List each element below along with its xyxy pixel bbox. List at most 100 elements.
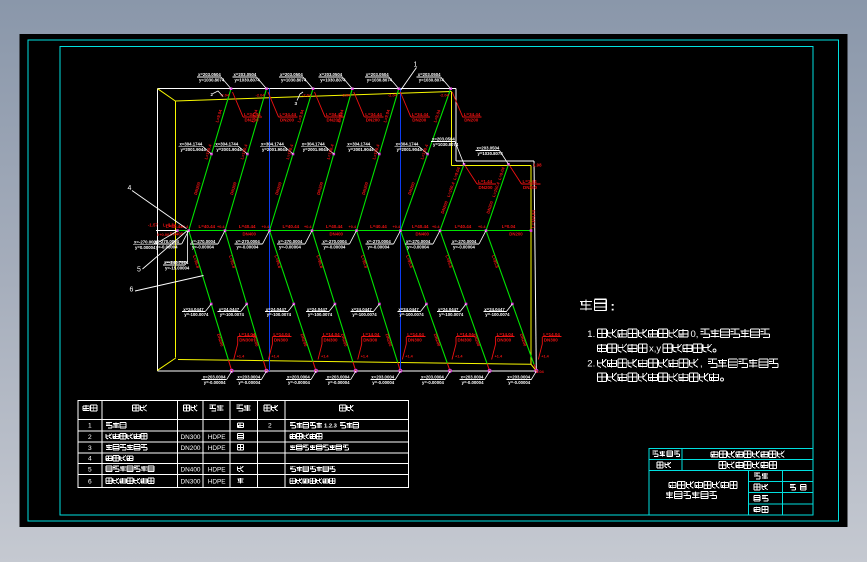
svg-text:x=203.0504: x=203.0504 xyxy=(477,146,500,151)
svg-text:DN400: DN400 xyxy=(181,466,201,473)
svg-text:+0.4: +0.4 xyxy=(393,225,401,229)
svg-text:L=40.44: L=40.44 xyxy=(282,224,299,229)
svg-text:x=24.0447: x=24.0447 xyxy=(484,307,505,312)
svg-text:x=-270.0004: x=-270.0004 xyxy=(452,239,477,244)
svg-text:y=-0.00004: y=-0.00004 xyxy=(156,245,178,250)
svg-text::: : xyxy=(611,299,615,314)
svg-text:y=-100.0074: y=-100.0074 xyxy=(439,312,464,317)
svg-text:DN200: DN200 xyxy=(412,118,427,123)
svg-text:x=203.0504: x=203.0504 xyxy=(418,72,441,77)
svg-text:x=24.0447: x=24.0447 xyxy=(266,307,287,312)
svg-text:y=1030.8074: y=1030.8074 xyxy=(367,78,393,83)
svg-text:+1.4: +1.4 xyxy=(405,355,413,359)
svg-text:2: 2 xyxy=(268,423,272,430)
svg-text:L=8.84: L=8.84 xyxy=(163,223,177,228)
svg-text:DN300: DN300 xyxy=(458,337,473,342)
svg-text:DN200: DN200 xyxy=(523,185,538,190)
svg-text:y=1030.8074: y=1030.8074 xyxy=(199,78,225,83)
svg-text:L=14.04: L=14.04 xyxy=(273,332,290,337)
svg-text:L=1.44: L=1.44 xyxy=(478,179,493,184)
svg-text:1.2.3: 1.2.3 xyxy=(324,424,338,430)
svg-text:DN400: DN400 xyxy=(330,231,344,236)
svg-text:x=304.1744: x=304.1744 xyxy=(261,142,284,147)
svg-text:y=2001.9044: y=2001.9044 xyxy=(397,147,423,152)
svg-text:x=203.0004: x=203.0004 xyxy=(461,375,484,380)
svg-text:+1.4: +1.4 xyxy=(541,355,549,359)
svg-text:DN200: DN200 xyxy=(509,231,523,236)
svg-text:y=-0.00004: y=-0.00004 xyxy=(372,380,394,385)
svg-text:L=34.44: L=34.44 xyxy=(464,112,481,117)
svg-text:-2.04: -2.04 xyxy=(341,92,351,97)
svg-text:x,y: x,y xyxy=(649,344,661,355)
svg-text:DN300: DN300 xyxy=(497,337,512,342)
svg-text:y=1030.8074: y=1030.8074 xyxy=(433,142,459,147)
svg-text:y=-0.00004: y=-0.00004 xyxy=(462,380,484,385)
svg-text:x=-270.0004: x=-270.0004 xyxy=(406,239,431,244)
svg-text:L=14.04: L=14.04 xyxy=(323,332,340,337)
svg-text:-2.04: -2.04 xyxy=(440,92,450,97)
svg-text:-1.57: -1.57 xyxy=(148,223,158,228)
svg-text:1: 1 xyxy=(414,62,418,69)
svg-text:x=304.1744: x=304.1744 xyxy=(347,142,370,147)
svg-text:DN300: DN300 xyxy=(181,434,201,441)
svg-text:y=-0.00004: y=-0.00004 xyxy=(324,245,346,250)
svg-text:L=14.04: L=14.04 xyxy=(543,332,560,337)
svg-text:+1.4: +1.4 xyxy=(455,355,463,359)
svg-text:y=-0.00004: y=-0.00004 xyxy=(508,380,530,385)
svg-text:L=40.44: L=40.44 xyxy=(326,224,343,229)
svg-text:y=-100.0074: y=-100.0074 xyxy=(220,312,245,317)
svg-text:DN200: DN200 xyxy=(366,118,381,123)
svg-text:DN300: DN300 xyxy=(363,337,378,342)
svg-text:x=203.0504: x=203.0504 xyxy=(319,72,342,77)
svg-text:L=34.44: L=34.44 xyxy=(365,112,382,117)
svg-text:1: 1 xyxy=(88,423,92,430)
svg-text:HDPE: HDPE xyxy=(208,466,226,473)
svg-text:x=203.0504: x=203.0504 xyxy=(234,72,257,77)
svg-text:x=203.0004: x=203.0004 xyxy=(507,375,530,380)
svg-text:HDPE: HDPE xyxy=(208,478,226,485)
svg-text:L=40.44: L=40.44 xyxy=(455,224,472,229)
svg-text:x=-270.0004: x=-270.0004 xyxy=(236,239,261,244)
svg-text:+1.4: +1.4 xyxy=(237,355,245,359)
svg-text:DN300: DN300 xyxy=(408,337,423,342)
svg-text:y=-100.0074: y=-100.0074 xyxy=(352,312,377,317)
svg-text:1.: 1. xyxy=(587,329,595,340)
svg-text:y=1030.8074: y=1030.8074 xyxy=(235,78,261,83)
svg-text:2.: 2. xyxy=(587,359,595,370)
svg-text:+0.4: +0.4 xyxy=(304,225,312,229)
svg-text:y=0.00004: y=0.00004 xyxy=(135,245,156,250)
svg-text:+0.4: +0.4 xyxy=(349,225,357,229)
svg-text:L=40.44: L=40.44 xyxy=(198,224,215,229)
svg-text:y=-0.00004: y=-0.00004 xyxy=(192,245,214,250)
svg-text:L=14.04: L=14.04 xyxy=(457,332,474,337)
svg-text:y=-15.00004: y=-15.00004 xyxy=(165,266,190,271)
svg-text:x=203.0004: x=203.0004 xyxy=(371,375,394,380)
svg-text:L=1.44: L=1.44 xyxy=(523,179,538,184)
svg-text:DN400: DN400 xyxy=(243,231,257,236)
svg-text:L=14.04: L=14.04 xyxy=(497,332,514,337)
svg-text:+1.4: +1.4 xyxy=(361,355,369,359)
svg-text:y=1030.8074: y=1030.8074 xyxy=(320,78,346,83)
svg-text:x=203.0504: x=203.0504 xyxy=(198,72,221,77)
svg-text:HDPE: HDPE xyxy=(208,434,226,441)
svg-text:y=2001.9044: y=2001.9044 xyxy=(216,147,242,152)
svg-text:5: 5 xyxy=(88,466,92,473)
svg-text:L=0.04: L=0.04 xyxy=(502,224,516,229)
svg-text:x=24.0447: x=24.0447 xyxy=(398,307,419,312)
svg-text:y=-0.00004: y=-0.00004 xyxy=(453,245,475,250)
svg-text:x=-270.0004: x=-270.0004 xyxy=(191,239,216,244)
svg-text:3: 3 xyxy=(88,445,92,452)
svg-text:4.04: 4.04 xyxy=(536,369,545,374)
svg-text:x=24.0447: x=24.0447 xyxy=(183,307,204,312)
svg-text:x=203.0004: x=203.0004 xyxy=(327,375,350,380)
svg-text:x=24.0447: x=24.0447 xyxy=(438,307,459,312)
svg-text:y=-0.00004: y=-0.00004 xyxy=(407,245,429,250)
svg-text:y=-0.00004: y=-0.00004 xyxy=(422,380,444,385)
svg-text:y=2001.9044: y=2001.9044 xyxy=(348,147,374,152)
svg-text:x=203.0004: x=203.0004 xyxy=(203,375,226,380)
svg-text:2: 2 xyxy=(88,434,92,441)
svg-text:y=1030.8074: y=1030.8074 xyxy=(478,151,504,156)
svg-text:DN300: DN300 xyxy=(181,478,201,485)
svg-text:x=203.0504: x=203.0504 xyxy=(366,72,389,77)
svg-text:x=304.1744: x=304.1744 xyxy=(396,142,419,147)
